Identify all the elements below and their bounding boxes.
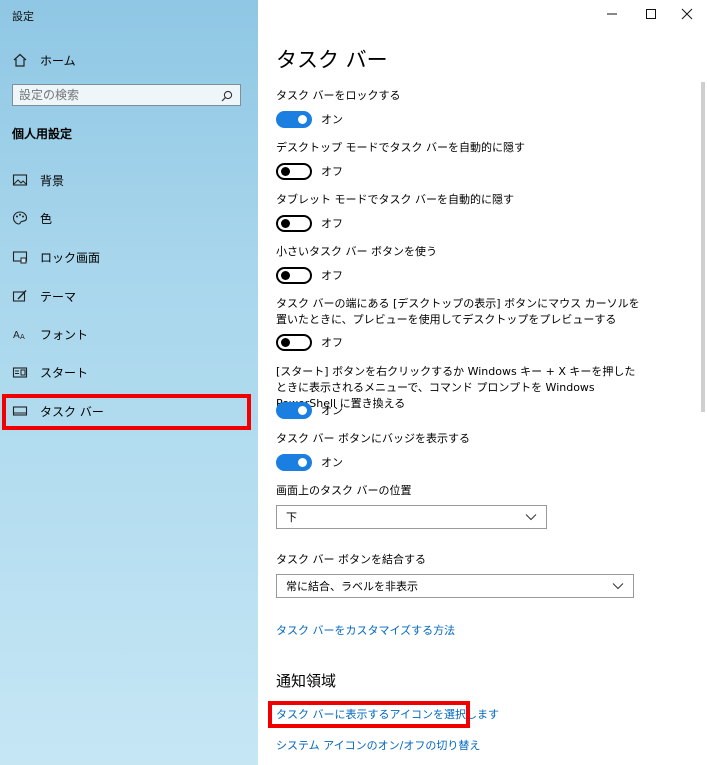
sidebar: 設定 ホーム 個人用設定 背景 色 — [0, 0, 258, 765]
sidebar-item-label: テーマ — [40, 289, 77, 304]
setting-label: タブレット モードでタスク バーを自動的に隠す — [276, 193, 514, 206]
setting-label: デスクトップ モードでタスク バーを自動的に隠す — [276, 141, 525, 154]
sidebar-item-theme[interactable]: テーマ — [12, 285, 76, 307]
setting-label: 小さいタスク バー ボタンを使う — [276, 245, 437, 258]
settings-window: 設定 ホーム 個人用設定 背景 色 — [0, 0, 707, 765]
position-value: 下 — [286, 511, 297, 524]
notification-area-heading: 通知領域 — [276, 672, 337, 690]
search-input[interactable] — [19, 88, 220, 102]
close-icon — [681, 8, 693, 20]
sidebar-item-label: スタート — [40, 365, 89, 380]
taskbar-highlight-annotation — [2, 394, 251, 430]
app-title: 設定 — [12, 10, 34, 23]
sidebar-home-label: ホーム — [40, 53, 76, 68]
position-dropdown[interactable]: 下 — [276, 505, 547, 529]
picture-icon — [12, 172, 28, 188]
toggle-state: オン — [321, 113, 343, 126]
sidebar-item-label: 色 — [40, 211, 53, 226]
toggle-badges[interactable]: オン — [276, 452, 343, 472]
combine-value: 常に結合、ラベルを非表示 — [286, 580, 418, 593]
start-icon — [12, 364, 28, 380]
sidebar-item-background[interactable]: 背景 — [12, 169, 64, 191]
toggle-switch[interactable] — [276, 266, 312, 284]
toggle-state: オフ — [321, 269, 343, 282]
palette-icon — [12, 210, 28, 226]
maximize-button[interactable] — [641, 6, 661, 22]
chevron-down-icon — [612, 583, 624, 590]
main-content: タスク バー タスク バーをロックする オン デスクトップ モードでタスク バー… — [258, 0, 707, 765]
scrollbar[interactable] — [701, 82, 705, 412]
sidebar-item-start[interactable]: スタート — [12, 361, 88, 383]
svg-text:A: A — [13, 330, 20, 341]
toggle-state: オン — [321, 456, 343, 469]
setting-label: タスク バーをロックする — [276, 89, 401, 102]
system-icons-link[interactable]: システム アイコンのオン/オフの切り替え — [276, 737, 480, 753]
theme-icon — [12, 288, 28, 304]
toggle-state: オフ — [321, 217, 343, 230]
toggle-lock-taskbar[interactable]: オン — [276, 109, 343, 129]
toggle-state: オン — [321, 404, 343, 417]
select-icons-highlight-annotation — [268, 701, 470, 728]
toggle-autohide-tablet[interactable]: オフ — [276, 213, 343, 233]
customize-link[interactable]: タスク バーをカスタマイズする方法 — [276, 622, 455, 638]
toggle-state: オフ — [321, 336, 343, 349]
toggle-switch[interactable] — [276, 333, 312, 351]
toggle-small-buttons[interactable]: オフ — [276, 265, 343, 285]
sidebar-item-label: 背景 — [40, 173, 65, 188]
page-title: タスク バー — [276, 48, 388, 72]
sidebar-item-font[interactable]: AA フォント — [12, 323, 88, 345]
setting-label: タスク バーの端にある [デスクトップの表示] ボタンにマウス カーソルを置いた… — [276, 297, 640, 326]
home-icon — [12, 52, 28, 68]
sidebar-home[interactable]: ホーム — [12, 50, 76, 70]
position-label: 画面上のタスク バーの位置 — [276, 484, 412, 497]
toggle-peek-preview[interactable]: オフ — [276, 332, 343, 352]
search-icon[interactable] — [220, 88, 234, 102]
toggle-switch[interactable] — [276, 162, 312, 180]
chevron-down-icon — [525, 514, 537, 521]
combine-label: タスク バー ボタンを結合する — [276, 553, 426, 566]
font-icon: AA — [12, 326, 28, 342]
close-button[interactable] — [677, 6, 697, 22]
sidebar-item-lock-screen[interactable]: ロック画面 — [12, 246, 100, 268]
minimize-button[interactable] — [602, 6, 622, 22]
search-box[interactable] — [12, 84, 241, 106]
toggle-switch[interactable] — [276, 110, 312, 128]
sidebar-section-heading: 個人用設定 — [12, 127, 73, 141]
sidebar-item-label: ロック画面 — [40, 250, 101, 265]
toggle-powershell[interactable]: オン — [276, 400, 343, 420]
toggle-switch[interactable] — [276, 453, 312, 471]
lock-screen-icon — [12, 249, 28, 265]
toggle-state: オフ — [321, 165, 343, 178]
maximize-icon — [646, 9, 656, 19]
toggle-switch[interactable] — [276, 401, 312, 419]
sidebar-item-label: フォント — [40, 327, 89, 342]
toggle-autohide-desktop[interactable]: オフ — [276, 161, 343, 181]
sidebar-item-color[interactable]: 色 — [12, 207, 52, 229]
combine-dropdown[interactable]: 常に結合、ラベルを非表示 — [276, 574, 634, 598]
svg-text:A: A — [20, 333, 25, 341]
minimize-icon — [607, 13, 617, 15]
setting-label: タスク バー ボタンにバッジを表示する — [276, 432, 470, 445]
toggle-switch[interactable] — [276, 214, 312, 232]
